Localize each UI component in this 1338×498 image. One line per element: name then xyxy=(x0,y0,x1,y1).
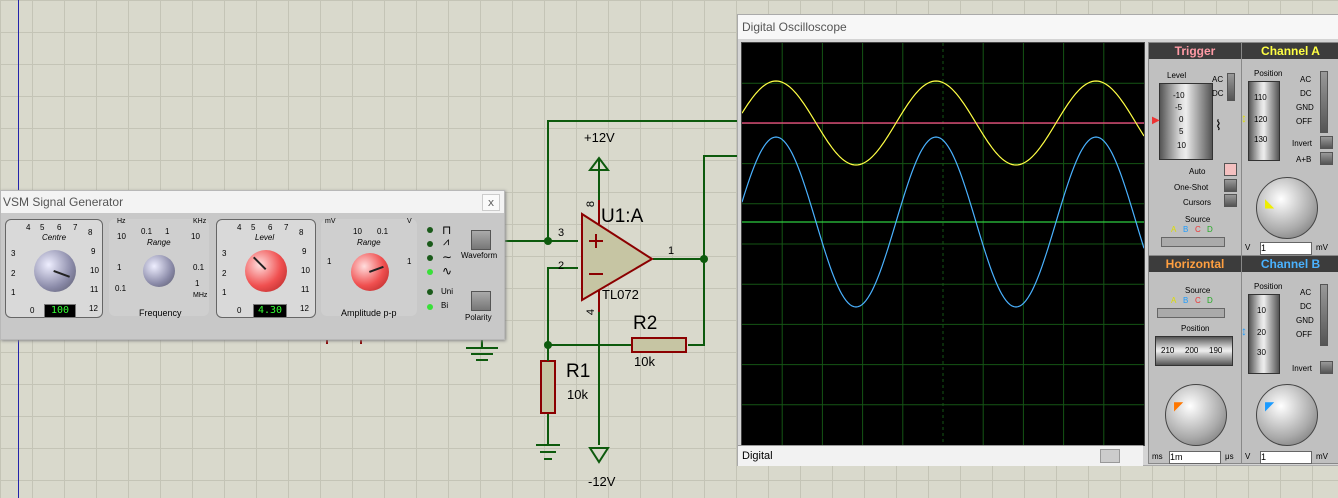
trigger-header: Trigger xyxy=(1149,43,1241,59)
centre-display: 100 xyxy=(44,304,76,318)
pin-4-label: 4 xyxy=(585,308,598,316)
channel-a-coupling-switch[interactable] xyxy=(1320,71,1328,133)
channel-a-marker-icon: ↕ xyxy=(1241,111,1247,125)
r2-ref: R2 xyxy=(633,313,658,334)
oscilloscope-title[interactable]: Digital Oscilloscope xyxy=(738,15,1338,39)
trigger-coupling-switch[interactable] xyxy=(1227,73,1235,101)
led-bi xyxy=(427,304,433,310)
polarity-button[interactable] xyxy=(471,291,491,311)
junction-2 xyxy=(700,255,708,263)
vcc-label: +12V xyxy=(584,130,615,145)
pin-2-label: 2 xyxy=(558,260,565,272)
opamp-part: TL072 xyxy=(602,287,639,302)
channel-b-marker-icon: ↕ xyxy=(1241,324,1247,338)
polarity-label: Polarity xyxy=(465,313,492,322)
horizontal-header: Horizontal xyxy=(1149,256,1241,272)
trigger-level-wheel[interactable] xyxy=(1159,83,1213,160)
level-dial: 4 5 6 7 8 3 9 2 10 1 11 0 12 Level 4.30 xyxy=(216,219,316,318)
channel-b-coupling-switch[interactable] xyxy=(1320,284,1328,346)
led-triangle xyxy=(427,255,433,261)
scope-traces xyxy=(741,43,1145,445)
channel-a-header: Channel A xyxy=(1242,43,1338,59)
centre-dial: 4 5 6 7 8 3 9 2 10 1 11 0 12 Centre 100 xyxy=(5,219,103,318)
r1-value: 10k xyxy=(567,387,588,402)
waveform-button[interactable] xyxy=(471,230,491,250)
wire-out-b xyxy=(703,155,740,259)
level-knob[interactable] xyxy=(245,250,287,292)
sawtooth-wave-icon: ⩘ xyxy=(443,236,450,248)
a-plus-b-button[interactable] xyxy=(1320,152,1333,165)
level-display: 4.30 xyxy=(253,304,287,318)
r1-body xyxy=(540,360,556,414)
pin-3-label: 3 xyxy=(558,227,565,239)
auto-button[interactable] xyxy=(1224,163,1237,176)
centre-knob[interactable] xyxy=(34,250,76,292)
sine-wave-icon: ∿ xyxy=(442,264,453,278)
vee-arrow xyxy=(588,447,610,464)
bi-label: Bi xyxy=(441,301,449,310)
trigger-source-slider[interactable] xyxy=(1161,237,1225,247)
led-sine xyxy=(427,269,433,275)
channel-a-volts-field[interactable]: 1 xyxy=(1260,242,1312,255)
trigger-marker-icon: ▶ xyxy=(1152,115,1160,126)
wire-invert xyxy=(547,267,578,345)
channel-b-panel: Channel B Position 10 20 30 ↕ AC DC GND … xyxy=(1241,255,1338,464)
uni-label: Uni xyxy=(441,287,454,296)
centre-label: Centre xyxy=(42,233,67,242)
range-label: Range xyxy=(147,238,171,247)
wire-top xyxy=(547,120,740,241)
pin-8-label: 8 xyxy=(585,200,598,208)
trigger-panel: Trigger Level -10 -5 0 5 10 ▶ AC DC ⌇ Au… xyxy=(1148,42,1242,256)
junction-1 xyxy=(544,237,552,245)
oscilloscope-window: Digital Oscilloscope Digital Trigger Lev… xyxy=(737,14,1338,466)
signal-generator-window: VSM Signal Generator x 4 5 6 7 8 3 9 2 1… xyxy=(0,190,505,340)
r2-body xyxy=(631,337,687,353)
vee-label: -12V xyxy=(588,474,616,489)
channel-b-volts-knob[interactable]: ◤ xyxy=(1256,384,1318,446)
level-label: Level xyxy=(255,233,275,242)
horizontal-time-knob[interactable]: ◤ xyxy=(1165,384,1227,446)
channel-b-header: Channel B xyxy=(1242,256,1338,272)
cursors-button[interactable] xyxy=(1224,194,1237,207)
close-button[interactable]: x xyxy=(482,194,500,211)
horizontal-time-field[interactable]: 1m xyxy=(1169,451,1221,464)
trigger-edge-icon[interactable]: ⌇ xyxy=(1215,117,1222,134)
horizontal-panel: Horizontal Source A B C D Position 210 2… xyxy=(1148,255,1242,464)
channel-b-invert-button[interactable] xyxy=(1320,361,1333,374)
frequency-label: Frequency xyxy=(139,308,182,318)
amp-range-label: Range xyxy=(357,238,381,247)
scope-screen xyxy=(741,42,1145,446)
led-uni xyxy=(427,289,433,295)
amplitude-range-dial: mV V 10 0.1 1 1 Range Amplitude p-p xyxy=(321,218,417,318)
pin-1-label: 1 xyxy=(668,245,675,257)
channel-a-panel: Channel A Position 110 120 130 ↕ AC DC G… xyxy=(1241,42,1338,256)
square-wave-icon: ⊓ xyxy=(442,223,452,237)
amplitude-label: Amplitude p-p xyxy=(341,308,397,318)
signal-generator-panel: 4 5 6 7 8 3 9 2 10 1 11 0 12 Centre 100 … xyxy=(1,213,504,339)
channel-b-volts-field[interactable]: 1 xyxy=(1260,451,1312,464)
opamp-ref: U1:A xyxy=(601,206,644,227)
range-knob[interactable] xyxy=(143,255,175,287)
horizontal-source-slider[interactable] xyxy=(1157,308,1225,318)
amplitude-knob[interactable] xyxy=(351,253,389,291)
scrollbar-thumb[interactable] xyxy=(1100,449,1120,463)
r1-ref: R1 xyxy=(566,361,591,382)
one-shot-button[interactable] xyxy=(1224,179,1237,192)
led-square xyxy=(427,227,433,233)
signal-generator-title[interactable]: VSM Signal Generator xyxy=(1,191,504,213)
range-dial: Hz KHz 10 0.1 1 10 1 0.1 0.1 1 MHz Range… xyxy=(109,218,209,318)
r2-value: 10k xyxy=(634,354,655,369)
status-bar: Digital xyxy=(738,445,1143,466)
triangle-wave-icon: ∼ xyxy=(442,250,453,264)
waveform-label: Waveform xyxy=(461,251,498,260)
channel-a-invert-button[interactable] xyxy=(1320,136,1333,149)
led-sawtooth xyxy=(427,241,433,247)
channel-a-volts-knob[interactable]: ◣ xyxy=(1256,177,1318,239)
